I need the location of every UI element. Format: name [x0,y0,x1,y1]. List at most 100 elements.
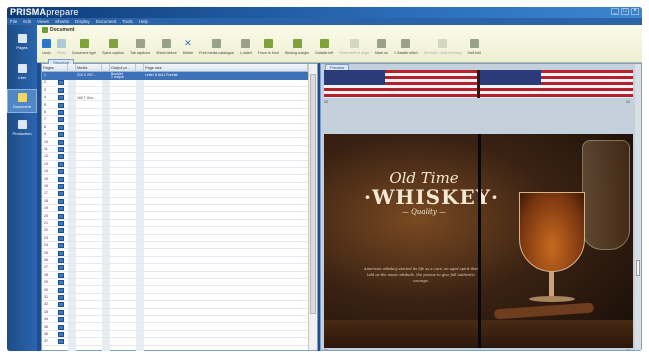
nav-document[interactable]: Document [7,89,37,113]
maximize-button[interactable]: □ [621,8,629,15]
col-header-blank-3[interactable] [136,64,144,72]
outside-left-label: Outside left [315,51,334,55]
table-row[interactable]: 21 [42,220,308,228]
table-row[interactable]: 36 [42,331,308,339]
page-thumbnail-icon [58,132,64,138]
table-row[interactable]: 10 [42,139,308,146]
selected-table-row[interactable]: 1 210 X 297... Booklet 1 output Letter 8… [42,72,308,80]
delete-button[interactable]: ✕ Delete [180,37,196,63]
binding-margin-button[interactable]: Binding margin [282,37,312,63]
table-row[interactable]: 15 [42,176,308,183]
table-row[interactable]: 22 [42,227,308,235]
nav-document-label: Document [12,104,32,109]
table-row[interactable]: 26 [42,257,308,265]
page-number-20: 20 [324,100,328,104]
structure-pane: Structure Pages Media Output pr... Page … [41,59,318,351]
menu-views[interactable]: Views [37,18,49,25]
menu-sheets[interactable]: Sheets [55,18,69,25]
half-fold-button[interactable]: Half-fold [465,37,484,63]
page-thumbnail-icon [58,198,64,204]
nav-production[interactable]: Production [7,117,37,141]
row-number: 5 [44,102,46,107]
nav-production-label: Production [12,131,32,136]
table-row[interactable]: 6 [42,109,308,117]
table-row[interactable]: 13 [42,161,308,168]
tab-captions-icon [135,39,145,48]
table-row[interactable]: 35 [42,324,308,331]
table-row[interactable]: 33 [42,309,308,316]
saddle-stitch-button[interactable]: 1 Saddle stitch [391,37,421,63]
table-row[interactable]: 31 [42,294,308,302]
mark-on-button[interactable]: Mark on [372,37,391,63]
table-row[interactable]: 29 [42,279,308,287]
page-thumbnail-icon [58,213,64,219]
pages-icon [17,34,27,43]
page-thumbnail-icon [58,339,64,345]
col-header-page-size[interactable]: Page size [144,64,308,72]
top-spread-flags[interactable] [324,70,633,98]
col-header-blank-2[interactable] [102,64,110,72]
table-row[interactable]: 8 [42,124,308,131]
table-row[interactable]: 37 [42,338,308,346]
row-number: 4 [44,95,46,100]
table-row[interactable]: 18 [42,198,308,205]
table-row[interactable]: 19 [42,205,308,213]
one-sided-button[interactable]: 1-sided [237,37,255,63]
force-front-button[interactable]: Force to front [255,37,282,63]
outside-left-button[interactable]: Outside left [312,37,336,63]
force-front-label: Force to front [257,51,280,55]
table-row[interactable]: 16 [42,183,308,191]
menu-tools[interactable]: Tools [122,18,133,25]
tab-captions-button[interactable]: Tab captions [127,37,153,63]
col-header-media[interactable]: Media [76,64,102,72]
table-row[interactable]: 7 [42,116,308,124]
whiskey-spread[interactable]: Old Time ·WHISKEY· — Quality — American … [324,134,633,348]
media-cell-2[interactable]: 160 T Gra... [77,95,101,102]
sheet-before-button[interactable]: Sheet before [153,37,180,63]
table-row[interactable]: 24 [42,242,308,250]
row-number: 32 [44,302,48,307]
print-media-button[interactable]: Print media catalogue [196,37,237,63]
table-row[interactable]: 30 [42,287,308,294]
table-row[interactable]: 12 [42,153,308,161]
preview-scrollbar-thumb[interactable] [636,260,640,276]
col-header-pages[interactable]: Pages [42,64,68,72]
table-row[interactable]: 11 [42,146,308,154]
row-number: 36 [44,332,48,336]
menu-edit[interactable]: Edit [23,18,31,25]
table-row[interactable]: 34 [42,316,308,324]
close-button[interactable]: × [631,8,639,15]
table-row[interactable]: 27 [42,264,308,272]
menu-document[interactable]: Document [96,18,117,25]
row-number: 14 [44,169,48,174]
table-row[interactable]: 32 [42,301,308,309]
table-row[interactable]: 2 [42,79,308,87]
col-header-blank-1[interactable] [68,64,76,72]
page-number-23: 23 [626,349,630,351]
table-row[interactable]: 9 [42,131,308,139]
table-row[interactable]: 20 [42,213,308,220]
minimize-button[interactable]: _ [611,8,619,15]
structure-scrollbar-thumb[interactable] [310,74,316,314]
table-row[interactable]: 17 [42,190,308,198]
table-row[interactable]: 28 [42,272,308,279]
nav-inlet[interactable]: Inlet [7,61,37,85]
sheet-shift-button[interactable]: Sheet shift or align [336,37,372,63]
structure-scrollbar[interactable] [308,64,317,350]
ribbon-tab-document[interactable]: Document [37,25,80,35]
menu-display[interactable]: Display [75,18,90,25]
delete-label: Delete [182,51,194,55]
table-row[interactable]: 14 [42,168,308,176]
table-row[interactable]: 25 [42,250,308,257]
cigar-image [493,302,595,320]
table-row[interactable]: 23 [42,235,308,242]
hole-limit-button[interactable]: 1st Hole / Limit finishing [421,37,465,63]
spine-caption-button[interactable]: Spine caption [99,37,127,63]
nav-pages[interactable]: Pages [7,31,37,55]
menu-help[interactable]: Help [139,18,148,25]
menu-file[interactable]: File [10,18,17,25]
table-row[interactable]: 3 [42,87,308,94]
preview-scrollbar[interactable] [635,64,641,350]
table-row[interactable]: 5 [42,102,308,109]
glass-foot [529,296,575,302]
